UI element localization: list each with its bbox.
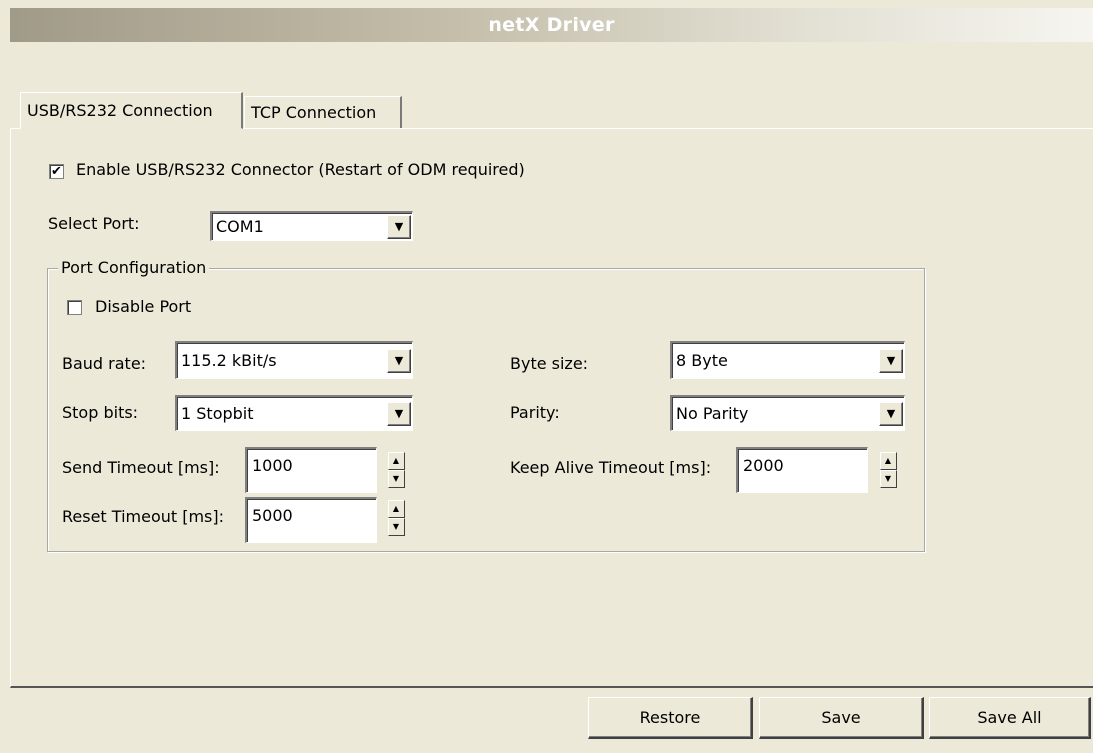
disable-port-checkbox[interactable]	[67, 300, 82, 315]
parity-label: Parity:	[510, 403, 560, 422]
baud-rate-dropdown[interactable]: 115.2 kBit/s ▼	[175, 341, 413, 379]
disable-port-label: Disable Port	[95, 297, 192, 316]
send-timeout-spinner[interactable]: ▲ ▼	[379, 449, 413, 491]
spin-down-icon[interactable]: ▼	[879, 470, 897, 488]
spin-up-icon[interactable]: ▲	[879, 452, 897, 470]
send-timeout-label: Send Timeout [ms]:	[62, 458, 220, 477]
save-all-button[interactable]: Save All	[929, 697, 1091, 739]
stop-bits-label: Stop bits:	[62, 403, 139, 422]
chevron-down-icon[interactable]: ▼	[387, 214, 411, 239]
send-timeout-input[interactable]: 1000	[245, 447, 377, 493]
port-configuration-legend: Port Configuration	[58, 258, 210, 277]
chevron-down-icon[interactable]: ▼	[879, 401, 903, 426]
spin-down-icon[interactable]: ▼	[387, 470, 405, 488]
keepalive-timeout-label: Keep Alive Timeout [ms]:	[510, 458, 712, 477]
parity-dropdown[interactable]: No Parity ▼	[670, 395, 905, 431]
tab-usb-rs232-label: USB/RS232 Connection	[27, 101, 213, 120]
save-button[interactable]: Save	[759, 697, 924, 739]
baud-rate-value: 115.2 kBit/s	[181, 351, 277, 370]
reset-timeout-spinner[interactable]: ▲ ▼	[379, 497, 413, 539]
chevron-down-icon[interactable]: ▼	[879, 348, 903, 373]
byte-size-dropdown[interactable]: 8 Byte ▼	[670, 341, 905, 379]
restore-button[interactable]: Restore	[588, 697, 753, 739]
stop-bits-value: 1 Stopbit	[181, 404, 254, 423]
enable-connector-checkbox[interactable]: ✔	[49, 164, 64, 179]
enable-connector-label: Enable USB/RS232 Connector (Restart of O…	[76, 160, 525, 179]
byte-size-value: 8 Byte	[676, 351, 728, 370]
select-port-label: Select Port:	[48, 214, 140, 233]
tab-usb-rs232[interactable]: USB/RS232 Connection	[20, 92, 243, 129]
spin-down-icon[interactable]: ▼	[387, 518, 405, 536]
chevron-down-icon[interactable]: ▼	[387, 401, 411, 426]
window-title: netX Driver	[10, 8, 1093, 42]
select-port-value: COM1	[216, 217, 264, 236]
tab-tcp[interactable]: TCP Connection	[244, 96, 402, 128]
chevron-down-icon[interactable]: ▼	[387, 348, 411, 373]
reset-timeout-label: Reset Timeout [ms]:	[62, 507, 225, 526]
parity-value: No Parity	[676, 404, 749, 423]
baud-rate-label: Baud rate:	[62, 354, 147, 373]
stop-bits-dropdown[interactable]: 1 Stopbit ▼	[175, 395, 413, 431]
keepalive-timeout-spinner[interactable]: ▲ ▼	[871, 449, 905, 491]
select-port-dropdown[interactable]: COM1 ▼	[210, 211, 413, 241]
byte-size-label: Byte size:	[510, 354, 589, 373]
spin-up-icon[interactable]: ▲	[387, 452, 405, 470]
tab-tcp-label: TCP Connection	[251, 103, 377, 122]
check-icon: ✔	[51, 164, 62, 179]
keepalive-timeout-input[interactable]: 2000	[736, 447, 868, 493]
reset-timeout-input[interactable]: 5000	[245, 497, 377, 543]
spin-up-icon[interactable]: ▲	[387, 500, 405, 518]
